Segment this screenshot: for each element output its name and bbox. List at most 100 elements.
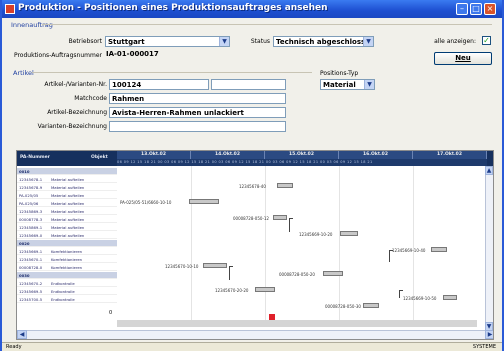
bar-label: 00008728-050-12 [233, 216, 269, 221]
betrieb-label: Betriebsort [68, 38, 102, 45]
bar-label: 12345678-40 [239, 184, 266, 189]
table-row[interactable]: 0010 [17, 168, 117, 175]
section-divider [42, 24, 492, 25]
hour-band: 06 09 12 15 18 21 00 03 06 09 12 15 18 2… [117, 159, 487, 166]
row-object: Endkontrolle [51, 281, 75, 286]
maximize-icon[interactable]: □ [470, 3, 482, 15]
artikel-nr-label: Artikel-/Varianten-Nr. [44, 81, 107, 88]
row-object: Endkontrolle [51, 289, 75, 294]
alle-anzeigen-checkbox[interactable]: ✓ [482, 36, 491, 45]
gantt-bar[interactable] [203, 263, 227, 268]
day-gridline [191, 166, 192, 326]
row-object: Material aufteilen [51, 177, 85, 182]
table-row[interactable]: 12345669-5 Endkontrolle [17, 288, 117, 295]
row-id: PA-025/06 [19, 201, 39, 206]
table-row[interactable]: 12345869-1 Material aufteilen [17, 224, 117, 231]
auftragsnummer-value: IA-01-000017 [106, 50, 159, 58]
varianten-bezeichnung-field[interactable] [109, 121, 286, 132]
scroll-left-icon[interactable]: ◀ [17, 330, 27, 339]
status-combo[interactable]: Technisch abgeschlossen ▼ [273, 36, 374, 47]
row-object: Material aufteilen [51, 201, 85, 206]
row-id: 0020 [19, 241, 30, 246]
gantt-chart[interactable]: PA-Nummer Objekt 13.Okt.02 14.Okt.02 15.… [16, 150, 494, 340]
bar-label: 12345670-10-10 [165, 264, 199, 269]
minimize-icon[interactable]: – [456, 3, 468, 15]
day-gridline [413, 166, 414, 326]
table-row[interactable]: PA-025/06 Material aufteilen [17, 200, 117, 207]
positions-typ-combo[interactable]: Material ▼ [320, 79, 375, 90]
dependency-connector [229, 266, 233, 280]
table-row[interactable]: 0020 [17, 240, 117, 247]
section-divider [32, 72, 312, 73]
table-row[interactable]: 12345700-5 Endkontrolle [17, 296, 117, 303]
matchcode-field[interactable]: Rahmen [109, 93, 286, 104]
table-row[interactable]: 12345678-9 Material aufteilen [17, 184, 117, 191]
timeline-track [117, 320, 477, 327]
row-id: 12345670-1 [19, 257, 43, 262]
status-text: Ready [6, 344, 22, 350]
scroll-right-icon[interactable]: ▶ [485, 330, 493, 339]
gantt-bar[interactable] [443, 295, 457, 300]
gantt-bar[interactable] [189, 199, 219, 204]
neu-button[interactable]: Neu [434, 52, 492, 65]
table-row[interactable]: 0030 [17, 272, 117, 279]
gantt-bar[interactable] [323, 271, 343, 276]
row-object: Komfektionieren [51, 265, 83, 270]
bar-label: 00008728-050-20 [279, 272, 315, 277]
artikel-nr-extra-field[interactable] [211, 79, 286, 90]
dependency-connector [389, 250, 393, 262]
table-row[interactable]: 12345670-2 Endkontrolle [17, 280, 117, 287]
row-object: Komfektionieren [51, 257, 83, 262]
chevron-down-icon[interactable]: ▼ [363, 37, 373, 46]
day-gridline [339, 166, 340, 326]
chevron-down-icon[interactable]: ▼ [364, 80, 374, 89]
gantt-bar[interactable] [431, 247, 447, 252]
artikel-bezeichnung-field[interactable]: Avista-Herren-Rahmen unlackiert [109, 107, 286, 118]
artikel-nr-field[interactable]: 100124 [109, 79, 209, 90]
bar-label: 00008728-050-30 [325, 304, 361, 309]
title-bar[interactable]: Produktion - Positionen eines Produktion… [2, 0, 502, 18]
chevron-down-icon[interactable]: ▼ [219, 37, 229, 46]
row-object: Material aufteilen [51, 209, 85, 214]
col-objekt[interactable]: Objekt [91, 155, 108, 160]
dependency-connector [289, 218, 293, 232]
artikel-bezeichnung-label: Artikel-Bezeichnung [47, 109, 107, 116]
row-object: Material aufteilen [51, 185, 85, 190]
bar-label: 12345669-10-40 [392, 248, 426, 253]
row-object: Material aufteilen [51, 225, 85, 230]
scroll-up-icon[interactable]: ▲ [485, 166, 493, 175]
bar-label: 12345669-10-50 [403, 296, 437, 301]
vertical-scrollbar[interactable]: ▲ ▼ [485, 166, 493, 331]
date-band: 13.Okt.02 [117, 151, 191, 159]
horizontal-scrollbar[interactable]: ◀ ▶ [17, 330, 493, 339]
positions-typ-label: Positions-Typ [320, 70, 359, 77]
dependency-connector [399, 290, 403, 298]
table-row[interactable]: PA-025/05 Material aufteilen [17, 192, 117, 199]
table-row[interactable]: 00008778-3 Material aufteilen [17, 216, 117, 223]
row-id: 0030 [19, 273, 30, 278]
col-pa-nummer[interactable]: PA-Nummer [20, 155, 50, 160]
table-row[interactable]: 12345869-3 Material aufteilen [17, 208, 117, 215]
main-window: Produktion - Positionen eines Produktion… [0, 0, 504, 351]
betrieb-combo[interactable]: Stuttgart ▼ [105, 36, 230, 47]
gantt-bar[interactable] [363, 303, 379, 308]
row-object: Material aufteilen [51, 233, 85, 238]
table-row[interactable]: 12345669-1 Komfektionieren [17, 248, 117, 255]
auftragsnummer-label: Produktions-Auftragsnummer [13, 52, 102, 59]
table-row[interactable]: 12345670-1 Komfektionieren [17, 256, 117, 263]
table-row[interactable]: 00008728-0 Komfektionieren [17, 264, 117, 271]
row-id: 12345678-9 [19, 185, 43, 190]
close-icon[interactable]: × [484, 3, 496, 15]
alle-anzeigen-label: alle anzeigen: [434, 38, 476, 45]
row-id: 12345869-3 [19, 209, 43, 214]
status-bar: Ready SYSTEME [2, 342, 502, 351]
gantt-bar[interactable] [273, 215, 287, 220]
betrieb-value: Stuttgart [108, 38, 145, 46]
table-row[interactable]: 12345678-1 Material aufteilen [17, 176, 117, 183]
row-id: 12345669-1 [19, 249, 43, 254]
gantt-bar[interactable] [255, 287, 275, 292]
gantt-bar[interactable] [277, 183, 293, 188]
table-row[interactable]: 12345669-0 Material aufteilen [17, 232, 117, 239]
date-band: 16.Okt.02 [339, 151, 413, 159]
gantt-bar[interactable] [340, 231, 358, 236]
